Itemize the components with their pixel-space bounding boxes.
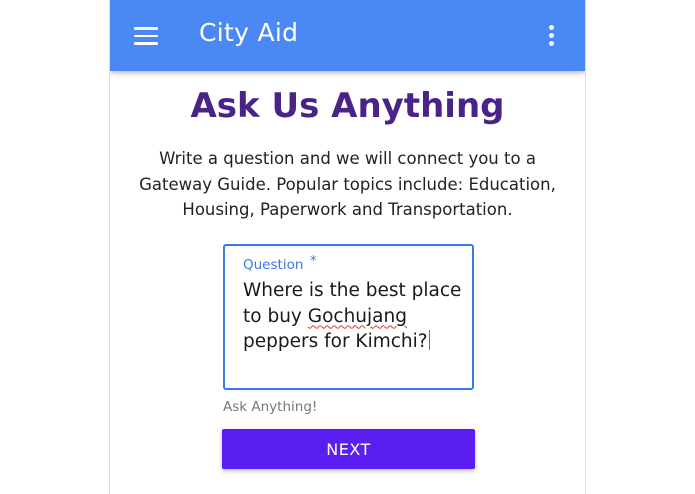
more-vertical-icon[interactable]: [549, 25, 555, 47]
question-input[interactable]: Where is the best place to buy Gochujang…: [243, 278, 468, 355]
question-field[interactable]: Question * Where is the best place to bu…: [223, 244, 474, 390]
intro-text: Write a question and we will connect you…: [139, 149, 556, 219]
app-bar: City Aid: [110, 0, 585, 71]
helper-text: Ask Anything!: [223, 399, 318, 415]
next-button[interactable]: NEXT: [222, 429, 475, 469]
misspelled-word[interactable]: Gochujang: [308, 306, 407, 327]
required-asterisk: *: [310, 254, 317, 269]
app-title: City Aid: [199, 18, 299, 47]
screen: City Aid Ask Us Anything Write a questio…: [0, 0, 695, 494]
app-window: City Aid Ask Us Anything Write a questio…: [109, 0, 586, 494]
menu-icon[interactable]: [134, 26, 158, 46]
question-label: Question: [243, 257, 304, 273]
page-title: Ask Us Anything: [190, 86, 505, 126]
question-text-part: peppers for Kimchi?: [243, 331, 428, 352]
text-caret: [428, 330, 430, 350]
